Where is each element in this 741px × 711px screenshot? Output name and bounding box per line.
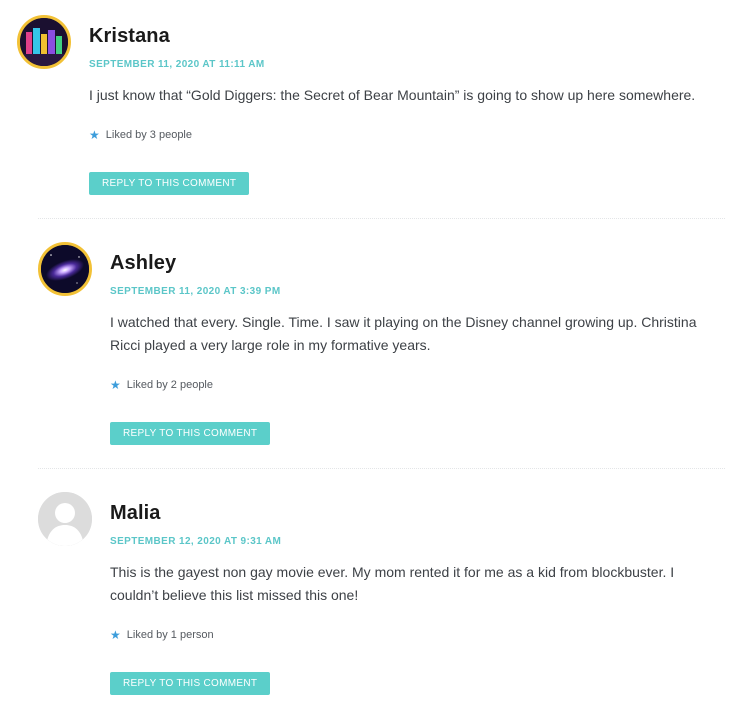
like-status[interactable]: ★ Liked by 1 person [110, 629, 214, 641]
reply-button[interactable]: REPLY TO THIS COMMENT [110, 672, 271, 695]
comment-date-link[interactable]: SEPTEMBER 12, 2020 AT 9:31 AM [110, 536, 281, 547]
comment-author: Malia [110, 502, 161, 524]
comment-text: This is the gayest non gay movie ever. M… [110, 564, 675, 603]
comment-malia: Malia SEPTEMBER 12, 2020 AT 9:31 AM This… [0, 0, 741, 711]
comment-list: Kristana SEPTEMBER 11, 2020 AT 11:11 AM … [0, 0, 741, 711]
default-user-icon[interactable] [38, 492, 92, 546]
star-icon: ★ [110, 628, 121, 642]
avatar-image [38, 492, 92, 546]
like-count-text: Liked by 1 person [126, 629, 214, 641]
